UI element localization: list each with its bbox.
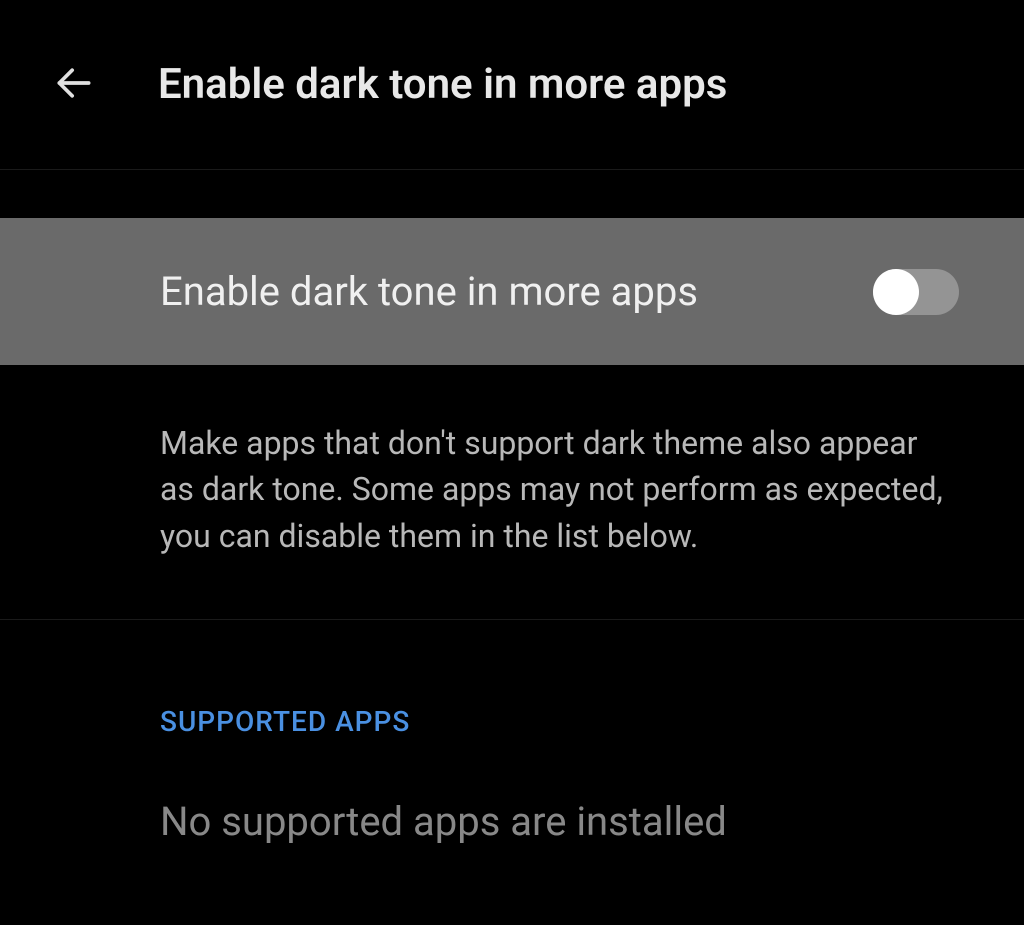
toggle-thumb: [873, 269, 919, 315]
arrow-left-icon: [52, 61, 96, 109]
setting-description: Make apps that don't support dark theme …: [0, 365, 1024, 620]
page-title: Enable dark tone in more apps: [158, 60, 727, 109]
back-button[interactable]: [50, 61, 98, 109]
dark-tone-toggle-switch[interactable]: [873, 269, 959, 315]
header: Enable dark tone in more apps: [0, 0, 1024, 170]
dark-tone-toggle-row[interactable]: Enable dark tone in more apps: [0, 218, 1024, 365]
toggle-label: Enable dark tone in more apps: [160, 268, 698, 315]
supported-apps-header: SUPPORTED APPS: [0, 620, 1024, 768]
empty-state-message: No supported apps are installed: [0, 768, 1024, 875]
